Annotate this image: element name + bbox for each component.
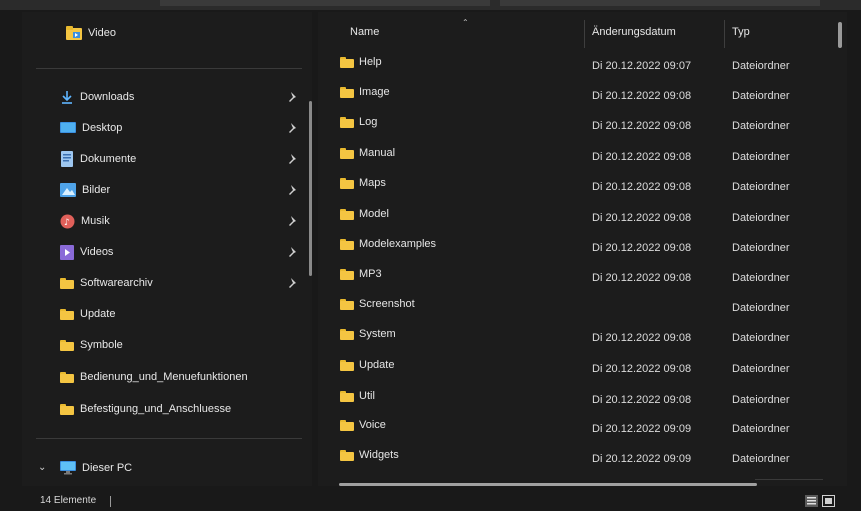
file-type: Dateiordner xyxy=(732,181,790,193)
status-separator xyxy=(110,496,111,507)
file-type: Dateiordner xyxy=(732,151,790,163)
sort-ascending-icon: ⌃ xyxy=(462,18,469,27)
file-date: Di 20.12.2022 09:08 xyxy=(592,363,692,375)
file-type: Dateiordner xyxy=(732,120,790,132)
folder-icon xyxy=(340,208,354,220)
folder-icon xyxy=(340,298,354,310)
file-type: Dateiordner xyxy=(732,90,790,102)
file-row[interactable]: Model Di 20.12.2022 09:08 Dateiordner xyxy=(0,202,789,232)
file-date: Di 20.12.2022 09:09 xyxy=(592,453,692,465)
folder-icon xyxy=(340,86,354,98)
item-count: 14 Elemente xyxy=(40,495,97,506)
details-view-icon[interactable] xyxy=(805,495,818,507)
file-name: Image xyxy=(359,86,390,98)
file-date: Di 20.12.2022 09:09 xyxy=(592,423,692,435)
file-date: Di 20.12.2022 09:08 xyxy=(592,151,692,163)
file-name: Log xyxy=(359,116,378,128)
folder-icon xyxy=(340,359,354,371)
file-name: Screenshot xyxy=(359,298,415,310)
file-row[interactable]: Update Di 20.12.2022 09:08 Dateiordner xyxy=(0,353,789,383)
video-folder-icon xyxy=(66,26,82,40)
file-type: Dateiordner xyxy=(732,394,790,406)
horizontal-scrollbar-thumb[interactable] xyxy=(339,483,757,486)
folder-icon xyxy=(340,177,354,189)
file-row[interactable]: Log Di 20.12.2022 09:08 Dateiordner xyxy=(0,110,789,140)
folder-icon xyxy=(340,390,354,402)
file-name: Update xyxy=(359,359,395,371)
file-date: Di 20.12.2022 09:08 xyxy=(592,120,692,132)
column-divider[interactable] xyxy=(724,20,725,48)
file-row[interactable]: System Di 20.12.2022 09:08 Dateiordner xyxy=(0,322,789,352)
file-date: Di 20.12.2022 09:08 xyxy=(592,181,692,193)
file-name: System xyxy=(359,328,396,340)
file-row[interactable]: Modelexamples Di 20.12.2022 09:08 Dateio… xyxy=(0,232,789,262)
file-type: Dateiordner xyxy=(732,60,790,72)
file-row[interactable]: Help Di 20.12.2022 09:07 Dateiordner xyxy=(0,50,789,80)
folder-icon xyxy=(340,238,354,250)
folder-icon xyxy=(340,56,354,68)
file-row[interactable]: Widgets Di 20.12.2022 09:09 Dateiordner xyxy=(0,443,789,473)
status-bar: 14 Elemente xyxy=(0,492,861,511)
horizontal-scrollbar-track xyxy=(755,479,823,480)
top-strip-segment xyxy=(500,0,820,6)
column-divider[interactable] xyxy=(584,20,585,48)
file-name: Model xyxy=(359,208,389,220)
file-row[interactable]: Maps Di 20.12.2022 09:08 Dateiordner xyxy=(0,171,789,201)
tiles-view-icon[interactable] xyxy=(822,495,835,507)
window-top-strip xyxy=(0,0,861,10)
folder-icon xyxy=(340,116,354,128)
file-date: Di 20.12.2022 09:08 xyxy=(592,394,692,406)
folder-icon xyxy=(340,268,354,280)
file-row[interactable]: Util Di 20.12.2022 09:08 Dateiordner xyxy=(0,384,789,414)
file-type: Dateiordner xyxy=(732,302,790,314)
file-date: Di 20.12.2022 09:08 xyxy=(592,332,692,344)
file-row[interactable]: Manual Di 20.12.2022 09:08 Dateiordner xyxy=(0,141,789,171)
file-row[interactable]: Voice Di 20.12.2022 09:09 Dateiordner xyxy=(0,413,789,443)
file-name: MP3 xyxy=(359,268,382,280)
file-type: Dateiordner xyxy=(732,453,790,465)
file-name: Util xyxy=(359,390,375,402)
column-header-date[interactable]: Änderungsdatum xyxy=(592,26,676,46)
top-strip-segment xyxy=(160,0,490,6)
file-name: Maps xyxy=(359,177,386,189)
column-header-name[interactable]: Name xyxy=(350,26,379,46)
column-header-type[interactable]: Typ xyxy=(732,26,750,46)
file-type: Dateiordner xyxy=(732,332,790,344)
nav-item-video[interactable]: Video xyxy=(66,22,116,44)
file-type: Dateiordner xyxy=(732,423,790,435)
folder-icon xyxy=(340,449,354,461)
file-type: Dateiordner xyxy=(732,212,790,224)
file-name: Voice xyxy=(359,419,386,431)
nav-item-label: Video xyxy=(88,27,116,39)
file-row[interactable]: Screenshot Dateiordner xyxy=(0,292,789,322)
file-name: Widgets xyxy=(359,449,399,461)
file-name: Manual xyxy=(359,147,396,159)
file-date: Di 20.12.2022 09:08 xyxy=(592,242,692,254)
file-name: Help xyxy=(359,56,382,68)
folder-icon xyxy=(340,419,354,431)
folder-icon xyxy=(340,328,354,340)
file-type: Dateiordner xyxy=(732,272,790,284)
file-date: Di 20.12.2022 09:08 xyxy=(592,272,692,284)
file-date: Di 20.12.2022 09:08 xyxy=(592,212,692,224)
file-row[interactable]: Image Di 20.12.2022 09:08 Dateiordner xyxy=(0,80,789,110)
file-row[interactable]: MP3 Di 20.12.2022 09:08 Dateiordner xyxy=(0,262,789,292)
file-date: Di 20.12.2022 09:08 xyxy=(592,90,692,102)
file-type: Dateiordner xyxy=(732,363,790,375)
folder-icon xyxy=(340,147,354,159)
vertical-scrollbar-thumb[interactable] xyxy=(838,22,842,48)
file-type: Dateiordner xyxy=(732,242,790,254)
file-date: Di 20.12.2022 09:07 xyxy=(592,60,692,72)
file-name: Modelexamples xyxy=(359,238,437,250)
